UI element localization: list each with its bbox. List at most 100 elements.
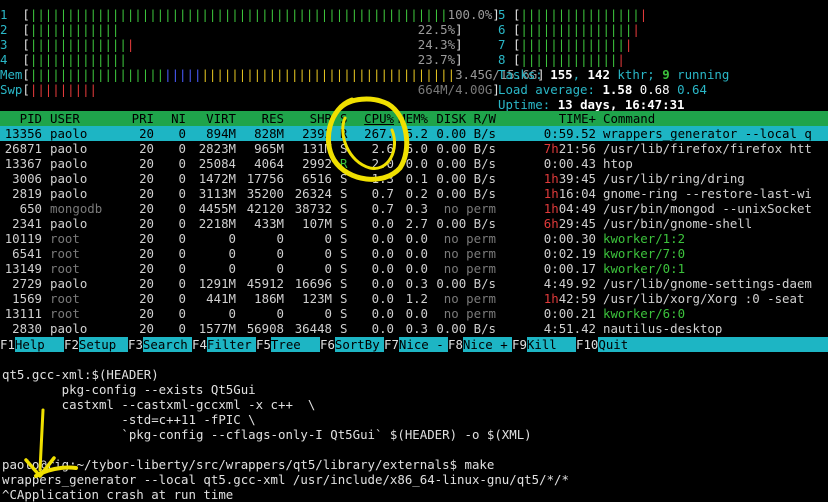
cell-mem: 0.3 (405, 321, 428, 336)
table-row[interactable]: 13367 paolo 20 0 25084 4064 2992 R 2.0 0.0 0.00 B/… (0, 156, 828, 171)
running-count: 9 (662, 67, 670, 82)
cell-cmd: /usr/lib/gnome-settings-daem (603, 276, 812, 291)
cell-disk: 0.00 B/s (436, 321, 496, 336)
column-header-time-[interactable]: TIME+ (526, 111, 596, 126)
fkey-filter-button[interactable]: F4Filter (192, 337, 252, 352)
cell-virt: 0 (228, 231, 236, 246)
cell-user: mongodb (50, 201, 103, 216)
cell-ni: 0 (178, 186, 186, 201)
fkey-sortby-button[interactable]: F6SortBy (320, 337, 380, 352)
column-header-pid[interactable]: PID (4, 111, 42, 126)
cell-ni: 0 (178, 201, 186, 216)
fkey-nice-button[interactable]: F8Nice + (448, 337, 508, 352)
load-15: 0.64 (677, 82, 707, 97)
table-row[interactable]: 6541 root 20 0 0 0 0 S 0.0 0.0 no perm 0:02.19 kwork… (0, 246, 828, 261)
cpu-label: 4 (0, 52, 8, 67)
table-row[interactable]: 2729 paolo 20 0 1291M 45912 16696 S 0.0 0.3 0.00 B… (0, 276, 828, 291)
cell-pri: 20 (139, 246, 154, 261)
cell-cpu: 0.0 (371, 231, 394, 246)
table-row[interactable]: 13149 root 20 0 0 0 0 S 0.0 0.0 no perm 0:00.17 kwor… (0, 261, 828, 276)
cell-pid: 2819 (12, 186, 42, 201)
tasks-count: 155 (550, 67, 573, 82)
cell-cmd: kworker/6:0 (603, 306, 686, 321)
cell-time: 1h16:04 (543, 186, 596, 201)
cell-mem: 0.0 (405, 231, 428, 246)
fkey-number: F1 (0, 337, 15, 352)
cell-cpu: 0.7 (371, 201, 394, 216)
cell-user: paolo (50, 216, 88, 231)
fkey-nice-button[interactable]: F7Nice - (384, 337, 444, 352)
process-table-header[interactable]: PID USER PRI NI VIRT RES SHR S CPU% MEM% DISK R/W T… (0, 111, 828, 126)
fkey-setup-button[interactable]: F2Setup (64, 337, 116, 352)
cell-res: 56908 (246, 321, 284, 336)
column-header-command[interactable]: Command (603, 111, 828, 126)
uptime-value: 13 days, 16:47:31 (557, 97, 685, 112)
load-5: 0.68 (639, 82, 670, 97)
column-header-user[interactable]: USER (50, 111, 120, 126)
cell-virt: 0 (228, 246, 236, 261)
cell-disk: no perm (443, 231, 496, 246)
cell-res: 45912 (246, 276, 284, 291)
column-header-disk-r-w[interactable]: DISK R/W (432, 111, 496, 126)
cell-disk: 0.00 B/s (436, 186, 496, 201)
fkey-tree-button[interactable]: F5Tree (256, 337, 301, 352)
cell-pri: 20 (139, 306, 154, 321)
table-row[interactable]: 2341 paolo 20 0 2218M 433M 107M S 0.0 2.7 0.00 B/s… (0, 216, 828, 231)
cell-ni: 0 (178, 246, 186, 261)
cell-s: S (340, 186, 348, 201)
cpu-meter-6: 6 [|||||||||||||||| (498, 22, 640, 37)
fkey-label: Search (142, 337, 188, 352)
cpu-meter-5: 5 [||||||||||||||||| (498, 7, 648, 22)
fkey-quit-button[interactable]: F10Quit (576, 337, 628, 352)
cell-virt: 0 (228, 306, 236, 321)
cell-ni: 0 (178, 171, 186, 186)
cell-pid: 2729 (12, 276, 42, 291)
cell-res: 0 (276, 231, 284, 246)
cell-cmd: /usr/lib/xorg/Xorg :0 -seat (603, 291, 805, 306)
fkey-number: F2 (64, 337, 79, 352)
column-header-shr[interactable]: SHR (286, 111, 332, 126)
shell-line: pkg-config --exists Qt5Gui (2, 382, 256, 397)
cell-pid: 26871 (4, 141, 42, 156)
cell-s: S (340, 171, 348, 186)
cell-s: S (340, 216, 348, 231)
cell-pri: 20 (139, 186, 154, 201)
column-header-mem-[interactable]: MEM% (396, 111, 428, 126)
table-row[interactable]: 2830 paolo 20 0 1577M 56908 36448 S 0.0 0.3 0.00 B… (0, 321, 828, 336)
fkey-search-button[interactable]: F3Search (128, 337, 188, 352)
function-key-bar[interactable]: F1Help F2Setup F3Search F4Filter F5Tree F6Sor… (0, 337, 828, 352)
column-header-res[interactable]: RES (238, 111, 284, 126)
cpu-label: 2 (0, 22, 8, 37)
table-row[interactable]: 1569 root 20 0 441M 186M 123M S 0.0 1.2 no perm 1h4… (0, 291, 828, 306)
table-row[interactable]: 10119 root 20 0 0 0 0 S 0.0 0.0 no perm 0:00.30 kwor… (0, 231, 828, 246)
cell-shr: 0 (324, 306, 332, 321)
column-header-s[interactable]: S (340, 111, 350, 126)
fkey-label: Nice - (398, 337, 444, 352)
uptime-line: Uptime: 13 days, 16:47:31 (498, 97, 685, 112)
table-row[interactable]: 3006 paolo 20 0 1472M 17756 6516 S 1.3 0.1 0.00 B/… (0, 171, 828, 186)
cell-pid: 2341 (12, 216, 42, 231)
table-row[interactable]: 13356 paolo 20 0 894M 828M 2392 R 267. 5.2 0.00 B/… (0, 126, 828, 141)
table-row[interactable]: 26871 paolo 20 0 2823M 965M 131M S 2.6 6.0 0.00 B/… (0, 141, 828, 156)
cell-pid: 3006 (12, 171, 42, 186)
table-row[interactable]: 650 mongodb 20 0 4455M 42120 38732 S 0.7 0.3 no pe… (0, 201, 828, 216)
column-header-pri[interactable]: PRI (122, 111, 154, 126)
cell-cpu: 0.0 (371, 276, 394, 291)
terminal-window[interactable]: 1 [|||||||||||||||||||||||||||||||||||||… (0, 0, 828, 502)
cell-shr: 16696 (294, 276, 332, 291)
cell-mem: 2.7 (405, 216, 428, 231)
cell-disk: 0.00 B/s (436, 171, 496, 186)
cpu-label: 5 (498, 7, 506, 22)
cell-pri: 20 (139, 261, 154, 276)
column-header-virt[interactable]: VIRT (190, 111, 236, 126)
fkey-kill-button[interactable]: F9Kill (512, 337, 557, 352)
cell-cmd: nautilus-desktop (603, 321, 723, 336)
column-header-ni[interactable]: NI (160, 111, 186, 126)
column-header-cpu-[interactable]: CPU% (352, 111, 394, 126)
table-row[interactable]: 2819 paolo 20 0 3113M 35200 26324 S 0.7 0.2 0.00 B… (0, 186, 828, 201)
cell-disk: 0.00 B/s (436, 216, 496, 231)
cell-time: 1h04:49 (543, 201, 596, 216)
cell-s: S (340, 291, 348, 306)
table-row[interactable]: 13111 root 20 0 0 0 0 S 0.0 0.0 no perm 0:00.21 kwor… (0, 306, 828, 321)
fkey-help-button[interactable]: F1Help (0, 337, 45, 352)
